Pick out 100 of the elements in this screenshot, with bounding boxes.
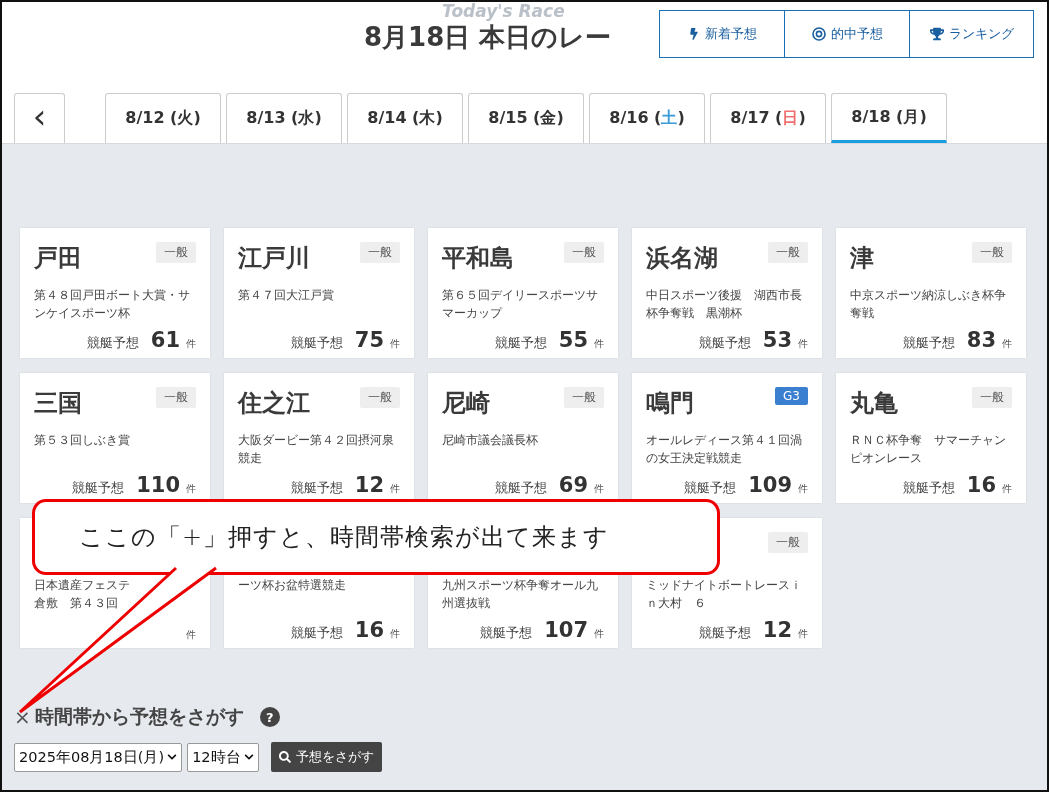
grade-badge: 一般 <box>972 387 1012 408</box>
grade-badge: G3 <box>775 387 808 405</box>
forecast-count: 110 <box>136 473 180 497</box>
grade-badge: 一般 <box>360 387 400 408</box>
venue-card[interactable]: 津 一般 中京スポーツ納涼しぶき杯争 奪戦 競艇予想 83 件 <box>836 228 1026 358</box>
forecast-label: 競艇予想 <box>494 480 547 497</box>
race-title: 尼崎市議会議長杯 <box>442 432 539 449</box>
count-unit: 件 <box>390 627 400 641</box>
forecast-count: 53 <box>762 328 792 352</box>
forecast-label: 競艇予想 <box>698 335 751 352</box>
help-icon[interactable]: ? <box>259 707 280 727</box>
venue-name: 平和島 <box>442 243 514 274</box>
count-unit: 件 <box>186 482 196 496</box>
count-unit: 件 <box>798 627 808 641</box>
annotation-tooltip: ここの「+」押すと、時間帯検索が出て来ます <box>32 499 720 575</box>
forecast-count: 107 <box>544 618 588 642</box>
chevron-icon <box>167 752 178 762</box>
forecast-count: 69 <box>558 473 588 497</box>
forecast-count: 12 <box>762 618 792 642</box>
nav-link[interactable]: 的中予想 <box>784 11 909 57</box>
venue-name: 浜名湖 <box>646 243 718 274</box>
forecast-label: 競艇予想 <box>72 480 125 497</box>
nav-link[interactable]: ランキング <box>909 11 1033 57</box>
forecast-label: 競艇予想 <box>902 480 955 497</box>
search-icon <box>278 751 291 763</box>
race-title: 日本遺産フェステ 倉敷 第４３回 <box>34 577 131 612</box>
date-tab[interactable]: 8/16 (土) <box>589 93 705 143</box>
venue-card[interactable]: 三国 一般 第５３回しぶき賞 競艇予想 110 件 <box>20 373 210 503</box>
count-unit: 件 <box>1002 337 1012 351</box>
venue-name: 尼崎 <box>442 388 490 419</box>
forecast-count: 12 <box>354 473 384 497</box>
forecast-label: 競艇予想 <box>480 625 533 642</box>
forecast-count: 109 <box>748 473 792 497</box>
venue-card[interactable]: 鳴門 G3 オールレディース第４１回渦 の女王決定戦競走 競艇予想 109 件 <box>632 373 822 503</box>
forecast-count: 83 <box>966 328 996 352</box>
count-unit: 件 <box>594 337 604 351</box>
forecast-label: 競艇予想 <box>684 480 737 497</box>
grade-badge: 一般 <box>972 242 1012 263</box>
grade-badge: 一般 <box>768 532 808 553</box>
forecast-label: 競艇予想 <box>290 335 343 352</box>
back-button[interactable]: ‹ <box>14 93 65 143</box>
venue-card[interactable]: 戸田 一般 第４８回戸田ボート大賞・サ ンケイスポーツ杯 競艇予想 61 件 <box>20 228 210 358</box>
date-select[interactable]: 2025年08月18日(月) <box>14 742 183 772</box>
count-unit: 件 <box>798 482 808 496</box>
race-title: 大阪ダービー第４２回摂河泉 競走 <box>238 432 395 467</box>
date-tab[interactable]: 8/15 (金) <box>468 93 584 143</box>
date-tab[interactable]: 8/13 (水) <box>226 93 342 143</box>
race-title: 中京スポーツ納涼しぶき杯争 奪戦 <box>850 287 1007 322</box>
race-title: 第６５回デイリースポーツサ マーカップ <box>442 287 599 322</box>
date-tab[interactable]: 8/17 (日) <box>710 93 826 143</box>
venue-card[interactable]: 平和島 一般 第６５回デイリースポーツサ マーカップ 競艇予想 55 件 <box>428 228 618 358</box>
venue-name: 丸亀 <box>850 388 898 419</box>
section-heading: 時間帯から予想をさがす <box>34 704 244 729</box>
grade-badge: 一般 <box>360 242 400 263</box>
date-tab[interactable]: 8/14 (木) <box>347 93 463 143</box>
nav-link[interactable]: 新着予想 <box>660 11 784 57</box>
backdrop-title: Today's Race <box>442 2 565 20</box>
venue-name: 津 <box>850 243 874 274</box>
forecast-label: 競艇予想 <box>698 625 751 642</box>
chevron-icon <box>243 752 254 762</box>
forecast-count: 16 <box>966 473 996 497</box>
race-title: ＲＮＣ杯争奪 サマーチャン ピオンレース <box>850 432 1007 467</box>
venue-name: 鳴門 <box>646 388 694 419</box>
forecast-label: 競艇予想 <box>902 335 955 352</box>
count-unit: 件 <box>1002 482 1012 496</box>
grade-badge: 一般 <box>768 242 808 263</box>
count-unit: 件 <box>390 337 400 351</box>
race-title: ーツ杯お盆特選競走 <box>238 577 347 594</box>
count-unit: 件 <box>594 482 604 496</box>
hour-select[interactable]: 12時台 <box>187 742 259 772</box>
venue-card[interactable]: 浜名湖 一般 中日スポーツ後援 湖西市長 杯争奪戦 黒潮杯 競艇予想 53 件 <box>632 228 822 358</box>
count-unit: 件 <box>186 628 196 642</box>
search-button[interactable]: 予想をさがす <box>270 742 382 772</box>
race-title: 第４７回大江戸賞 <box>238 287 335 304</box>
target-icon <box>811 27 826 41</box>
lightning-icon <box>687 28 700 40</box>
forecast-count: 55 <box>558 328 588 352</box>
venue-card[interactable]: 丸亀 一般 ＲＮＣ杯争奪 サマーチャン ピオンレース 競艇予想 16 件 <box>836 373 1026 503</box>
count-unit: 件 <box>594 627 604 641</box>
trophy-icon <box>929 27 944 41</box>
grade-badge: 一般 <box>156 387 196 408</box>
venue-card[interactable]: 江戸川 一般 第４７回大江戸賞 競艇予想 75 件 <box>224 228 414 358</box>
grade-badge: 一般 <box>564 387 604 408</box>
race-title: オールレディース第４１回渦 の女王決定戦競走 <box>646 432 803 467</box>
forecast-label: 競艇予想 <box>290 625 343 642</box>
forecast-count: 16 <box>354 618 384 642</box>
race-title: 第５３回しぶき賞 <box>34 432 131 449</box>
venue-name: 住之江 <box>238 388 310 419</box>
race-title: ミッドナイトボートレースｉ ｎ大村 ６ <box>646 577 803 612</box>
count-unit: 件 <box>390 482 400 496</box>
venue-name: 江戸川 <box>238 243 310 274</box>
toggle-button[interactable]: × <box>14 705 31 729</box>
forecast-count: 61 <box>150 328 180 352</box>
venue-name: 三国 <box>34 388 82 419</box>
date-tab[interactable]: 8/18 (月) <box>831 93 947 143</box>
race-title: 中日スポーツ後援 湖西市長 杯争奪戦 黒潮杯 <box>646 287 803 322</box>
venue-name: 戸田 <box>34 243 82 274</box>
date-tab[interactable]: 8/12 (火) <box>105 93 221 143</box>
count-unit: 件 <box>186 337 196 351</box>
forecast-label: 競艇予想 <box>86 335 139 352</box>
